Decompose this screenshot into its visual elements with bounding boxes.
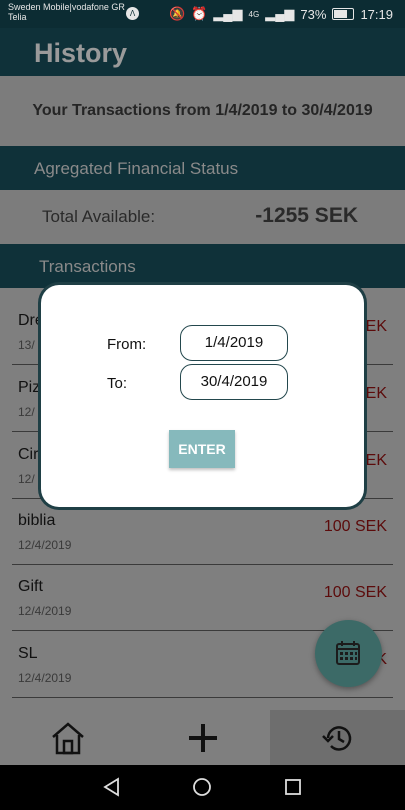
transaction-row[interactable]: Gift 12/4/2019 100 SEK xyxy=(12,564,393,631)
transactions-section-title: Transactions xyxy=(39,257,136,276)
battery-percent: 73% xyxy=(300,6,327,22)
date-range-text: Your Transactions from 1/4/2019 to 30/4/… xyxy=(32,102,373,119)
transaction-name: Cir xyxy=(18,446,39,463)
page-title: History xyxy=(34,38,128,68)
mute-icon: 🔕 xyxy=(168,6,186,21)
enter-button[interactable]: ENTER xyxy=(169,430,235,468)
transaction-amount: 100 SEK xyxy=(323,518,387,535)
transaction-amount: 100 SEK xyxy=(323,584,387,601)
transaction-amount: EK xyxy=(365,318,387,335)
transaction-amount: EK xyxy=(365,452,387,469)
nav-history-button[interactable] xyxy=(270,710,405,765)
signal-icon: ▂▄▆ xyxy=(213,6,243,21)
transactions-section-header: Transactions xyxy=(0,244,405,288)
date-range-dialog: From: 1/4/2019 To: 30/4/2019 ENTER xyxy=(41,285,364,507)
nav-add-button[interactable] xyxy=(135,710,270,765)
signal-icon-2: ▂▄▆ xyxy=(265,6,295,21)
calendar-fab-button[interactable] xyxy=(315,620,382,687)
plus-icon xyxy=(188,723,217,752)
to-label: To: xyxy=(107,375,128,392)
transaction-date: 12/4/2019 xyxy=(18,671,72,685)
transaction-date: 12/4/2019 xyxy=(18,538,72,552)
home-icon xyxy=(51,721,84,754)
financial-section-title: Agregated Financial Status xyxy=(34,159,239,178)
date-range-row: Your Transactions from 1/4/2019 to 30/4/… xyxy=(0,76,405,146)
from-label: From: xyxy=(107,336,147,353)
transaction-date: 13/ xyxy=(18,338,35,352)
to-date-field[interactable]: 30/4/2019 xyxy=(180,364,288,400)
transaction-name: Dre xyxy=(18,312,44,329)
network-type: 4G xyxy=(248,9,260,19)
financial-section-header: Agregated Financial Status xyxy=(0,146,405,190)
transaction-amount: EK xyxy=(365,385,387,402)
battery-icon xyxy=(332,8,355,20)
recents-icon[interactable] xyxy=(283,777,303,797)
transaction-date: 12/ xyxy=(18,405,35,419)
clock: 17:19 xyxy=(360,6,393,22)
alarm-icon: ⏰ xyxy=(191,6,208,21)
transaction-name: Gift xyxy=(18,578,43,595)
status-right: 🔕 ⏰ ▂▄▆ 4G ▂▄▆ 73% 17:19 xyxy=(169,6,393,22)
app-notification-icon: Λ xyxy=(126,7,139,20)
transaction-name: SL xyxy=(18,645,38,662)
status-bar: Sweden Mobile|vodafone GR Telia Λ 🔕 ⏰ ▂▄… xyxy=(0,0,405,28)
total-value: -1255 SEK xyxy=(255,204,358,227)
app-header: History xyxy=(0,28,405,76)
history-icon xyxy=(321,725,351,751)
from-date-field[interactable]: 1/4/2019 xyxy=(180,325,288,361)
transaction-name: biblia xyxy=(18,512,56,529)
calendar-icon xyxy=(336,641,360,665)
transaction-date: 12/4/2019 xyxy=(18,604,72,618)
nav-home-button[interactable] xyxy=(0,710,135,765)
transaction-date: 12/ xyxy=(18,472,35,486)
home-circle-icon[interactable] xyxy=(192,777,212,797)
back-icon[interactable] xyxy=(102,777,122,797)
total-available-row: Total Available: -1255 SEK xyxy=(0,190,405,244)
total-label: Total Available: xyxy=(42,207,156,226)
android-navigation-bar xyxy=(0,765,405,810)
transaction-name: Piz xyxy=(18,379,41,396)
bottom-navigation xyxy=(0,710,405,765)
transaction-row[interactable]: biblia 12/4/2019 100 SEK xyxy=(12,498,393,565)
